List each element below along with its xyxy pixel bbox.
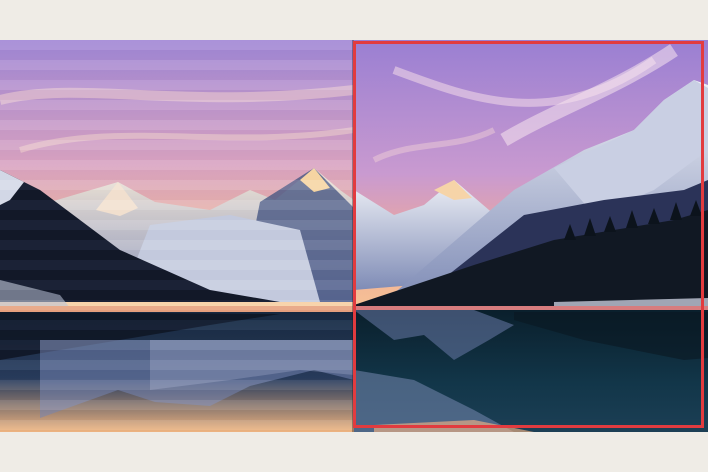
- left-image-panel[interactable]: [0, 40, 354, 432]
- right-image-panel[interactable]: [354, 40, 708, 432]
- image-comparison: [0, 40, 708, 432]
- left-landscape-image: [0, 40, 354, 432]
- right-landscape-image: [354, 40, 708, 432]
